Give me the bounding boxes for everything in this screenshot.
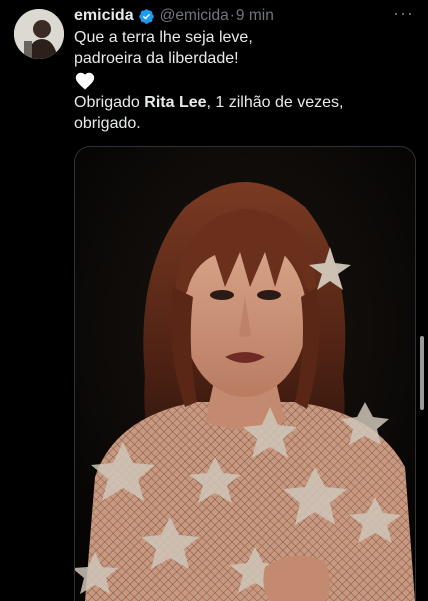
separator-dot: · — [229, 7, 235, 24]
avatar-image — [14, 9, 64, 59]
timestamp[interactable]: 9 min — [236, 7, 274, 25]
tweet[interactable]: emicida @emicida · 9 min ··· Que a terra… — [0, 0, 428, 601]
avatar[interactable] — [14, 9, 64, 59]
text-line-4-start: Obrigado — [74, 94, 145, 111]
verified-badge-icon — [138, 8, 155, 25]
tweet-text: Que a terra lhe seja leve, padroeira da … — [74, 28, 414, 134]
text-line-5: obrigado. — [74, 114, 141, 132]
rita-lee-mention: Rita Lee — [144, 94, 207, 111]
text-line-2: padroeira da liberdade! — [74, 49, 239, 67]
text-line-4-end: , 1 zilhão de vezes, — [206, 94, 344, 111]
tweet-header: emicida @emicida · 9 min — [74, 6, 274, 26]
tweet-photo[interactable] — [74, 146, 416, 601]
white-heart-icon — [74, 69, 414, 93]
scrollbar[interactable] — [420, 336, 424, 410]
display-name[interactable]: emicida — [74, 7, 134, 25]
text-line-4: Obrigado Rita Lee, 1 zilhão de vezes, — [74, 93, 414, 114]
more-options-icon[interactable]: ··· — [393, 4, 414, 22]
text-line-1: Que a terra lhe seja leve, — [74, 29, 253, 46]
user-handle[interactable]: @emicida — [160, 7, 229, 25]
portrait-photo — [75, 147, 415, 601]
